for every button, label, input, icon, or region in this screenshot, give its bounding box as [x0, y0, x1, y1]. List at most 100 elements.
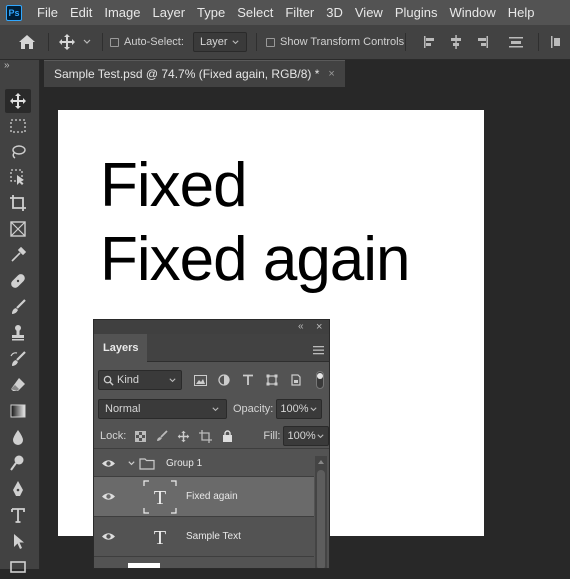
brush-icon [12, 299, 26, 314]
menu-3d[interactable]: 3D [320, 0, 349, 25]
clone-stamp-tool[interactable] [5, 321, 31, 345]
filter-type-layers-button[interactable] [239, 371, 257, 389]
scroll-up-arrow-icon[interactable] [317, 459, 325, 465]
collapse-toolbar-icon[interactable]: » [4, 60, 10, 71]
lock-image-pixels-button[interactable] [154, 427, 170, 445]
eyedropper-icon [11, 246, 27, 262]
move-icon [59, 34, 75, 50]
menu-file[interactable]: File [31, 0, 64, 25]
document-tab-title: Sample Test.psd @ 74.7% (Fixed again, RG… [54, 67, 320, 81]
dodge-tool[interactable] [5, 451, 31, 475]
checkbox-box[interactable] [266, 37, 275, 47]
chevron-down-icon[interactable] [127, 459, 136, 468]
toggle-switch-icon [316, 371, 324, 389]
eye-visibility-icon[interactable] [101, 458, 116, 469]
show-transform-controls-checkbox[interactable]: Show Transform Controls [266, 25, 404, 59]
layer-thumbnail [128, 563, 160, 568]
brush-tool[interactable] [5, 295, 31, 319]
blend-mode-row: Normal Opacity: 100% [94, 398, 329, 420]
close-panel-icon[interactable]: × [316, 320, 322, 334]
chevron-down-icon [83, 39, 91, 44]
tab-layers[interactable]: Layers [94, 334, 148, 362]
eyedropper-tool[interactable] [5, 243, 31, 267]
align-left-edges-icon [424, 36, 434, 48]
filter-adjustment-layers-button[interactable] [215, 371, 233, 389]
layer-row-sample-text[interactable]: T Sample Text [94, 517, 314, 557]
object-selection-icon [10, 169, 24, 185]
opacity-field[interactable]: 100% [276, 399, 323, 419]
history-brush-tool[interactable] [5, 347, 31, 371]
fill-field[interactable]: 100% [283, 426, 329, 446]
menu-view[interactable]: View [349, 0, 389, 25]
layer-row-group[interactable]: Group 1 [94, 450, 314, 477]
document-tab-bar: Sample Test.psd @ 74.7% (Fixed again, RG… [40, 60, 570, 87]
menu-image[interactable]: Image [98, 0, 146, 25]
close-icon[interactable]: × [328, 68, 334, 80]
menu-type[interactable]: Type [191, 0, 231, 25]
auto-select-label: Auto-Select: [124, 36, 184, 48]
align-bottom-button[interactable] [548, 25, 564, 59]
chevron-down-icon [317, 433, 324, 438]
blend-mode-dropdown[interactable]: Normal [98, 399, 227, 419]
menu-filter[interactable]: Filter [279, 0, 320, 25]
crop-tool[interactable] [5, 191, 31, 215]
eye-visibility-icon[interactable] [101, 531, 116, 542]
layers-scrollbar[interactable] [315, 456, 327, 568]
document-tab[interactable]: Sample Test.psd @ 74.7% (Fixed again, RG… [44, 60, 345, 87]
layer-name: Sample Text [186, 531, 241, 542]
canvas-text-line-2: Fixed again [100, 225, 411, 294]
scrollbar-thumb[interactable] [317, 470, 325, 568]
align-right-button[interactable] [474, 25, 490, 59]
menu-plugins[interactable]: Plugins [389, 0, 444, 25]
align-horizontal-centers-button[interactable] [448, 25, 464, 59]
checkbox-box[interactable] [110, 37, 119, 47]
layer-row-background[interactable] [94, 557, 314, 568]
align-top-button[interactable] [508, 25, 524, 59]
bandage-icon [11, 274, 25, 288]
lasso-tool[interactable] [5, 140, 31, 164]
gradient-tool[interactable] [5, 399, 31, 423]
panel-menu-button[interactable] [313, 342, 324, 360]
eye-visibility-icon[interactable] [101, 491, 116, 502]
object-selection-tool[interactable] [5, 165, 31, 189]
collapse-panel-icon[interactable]: « [298, 320, 304, 334]
path-selection-tool[interactable] [5, 529, 31, 553]
pen-tool[interactable] [5, 477, 31, 501]
eraser-icon [11, 378, 25, 391]
auto-select-checkbox[interactable]: Auto-Select: [110, 25, 184, 59]
blur-tool[interactable] [5, 425, 31, 449]
type-tool[interactable] [5, 503, 31, 527]
rectangle-tool[interactable] [5, 555, 31, 579]
lock-all-button[interactable] [220, 427, 236, 445]
align-left-button[interactable] [422, 25, 438, 59]
filter-pixel-layers-button[interactable] [191, 371, 209, 389]
layer-row-fixed-again[interactable]: T Fixed again [94, 477, 314, 517]
filter-kind-dropdown[interactable]: Kind [98, 370, 182, 390]
menu-select[interactable]: Select [231, 0, 279, 25]
auto-select-target-dropdown[interactable]: Layer [193, 32, 247, 52]
menu-edit[interactable]: Edit [64, 0, 98, 25]
filter-smart-objects-button[interactable] [287, 371, 305, 389]
fill-value: 100% [287, 430, 316, 442]
marquee-tool[interactable] [5, 114, 31, 138]
filter-toggle-switch[interactable] [311, 371, 329, 389]
menu-help[interactable]: Help [502, 0, 541, 25]
frame-tool[interactable] [5, 217, 31, 241]
eraser-tool[interactable] [5, 373, 31, 397]
lock-label: Lock: [100, 430, 127, 442]
move-tool[interactable] [5, 89, 31, 113]
auto-select-target-value: Layer [200, 36, 228, 48]
lock-position-button[interactable] [176, 427, 192, 445]
healing-brush-tool[interactable] [5, 269, 31, 293]
drop-icon [13, 430, 23, 445]
lock-transparent-pixels-button[interactable] [132, 427, 148, 445]
lasso-icon [12, 145, 26, 159]
filter-shape-layers-button[interactable] [263, 371, 281, 389]
svg-text:T: T [154, 487, 166, 509]
move-tool-preset-button[interactable] [58, 25, 92, 59]
home-button[interactable] [18, 25, 36, 59]
menu-window[interactable]: Window [443, 0, 501, 25]
separator [102, 33, 103, 51]
lock-artboard-button[interactable] [198, 427, 214, 445]
menu-layer[interactable]: Layer [147, 0, 192, 25]
